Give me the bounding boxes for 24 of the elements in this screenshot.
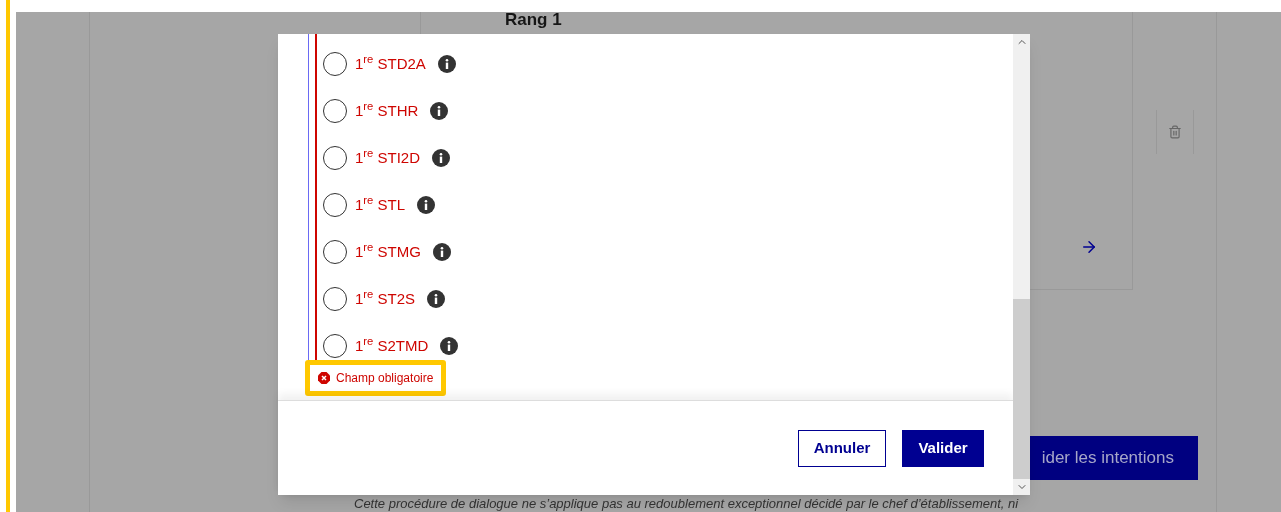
radio-option[interactable]: 1$^{re}$ ST2S <box>323 287 459 311</box>
info-icon[interactable] <box>430 102 449 120</box>
info-icon[interactable] <box>417 196 436 214</box>
scroll-thumb[interactable] <box>1013 299 1030 479</box>
radio-option[interactable]: 1$^{re}$ STL <box>323 193 459 217</box>
radio-option[interactable]: 1$^{re}$ STI2D <box>323 146 459 170</box>
error-icon <box>318 372 330 384</box>
info-icon[interactable] <box>437 55 456 73</box>
trash-icon <box>1167 125 1182 139</box>
radio-option[interactable]: 1$^{re}$ STD2A <box>323 52 459 76</box>
validate-button[interactable]: Valider <box>902 430 984 467</box>
info-icon[interactable] <box>427 290 446 308</box>
arrow-icon[interactable] <box>1080 238 1098 256</box>
radio-option[interactable]: 1$^{re}$ S2TMD <box>323 334 459 358</box>
info-icon[interactable] <box>440 337 459 355</box>
radio-option[interactable]: 1$^{re}$ STHR <box>323 99 459 123</box>
info-icon[interactable] <box>432 149 451 167</box>
cancel-button[interactable]: Annuler <box>798 430 886 467</box>
info-icon[interactable] <box>432 243 451 261</box>
error-message: Champ obligatoire <box>336 370 434 387</box>
radio-option[interactable]: 1$^{re}$ STMG <box>323 240 459 264</box>
rank-heading: Rang 1 <box>505 10 562 30</box>
note-text: Cette procédure de dialogue ne s’applique pas au redoublement exceptionnel décidé par le chef d’établissement, ni <box>354 496 1019 512</box>
scrollbar[interactable] <box>1013 34 1030 495</box>
